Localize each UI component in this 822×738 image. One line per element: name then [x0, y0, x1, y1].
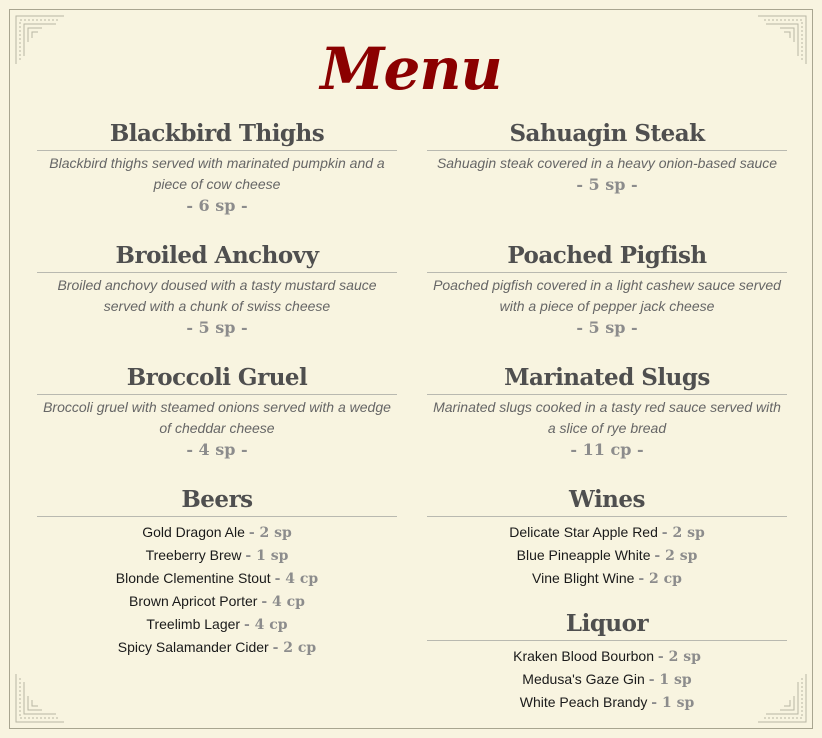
dish-description: Broccoli gruel with steamed onions serve… — [43, 399, 391, 436]
drink-price: - 1 sp — [648, 672, 692, 688]
dish-name: Poached Pigfish — [427, 240, 787, 273]
dish-item: Poached Pigfish Poached pigfish covered … — [427, 240, 787, 362]
drink-price: - 4 cp — [261, 594, 305, 610]
dish-description: Broiled anchovy doused with a tasty must… — [57, 277, 377, 314]
drink-price: - 4 cp — [243, 617, 288, 633]
liquor-section: Liquor Kraken Blood Bourbon - 2 sp Medus… — [427, 608, 787, 714]
dish-name: Broccoli Gruel — [37, 362, 397, 395]
dish-description: Marinated slugs cooked in a tasty red sa… — [433, 399, 781, 436]
dish-name: Marinated Slugs — [427, 362, 787, 395]
drink-name: Kraken Blood Bourbon — [513, 648, 654, 664]
beers-section: Beers Gold Dragon Ale - 2 sp Treeberry B… — [37, 484, 397, 659]
dish-description: Poached pigfish covered in a light cashe… — [433, 277, 781, 314]
drink-name: White Peach Brandy — [519, 694, 648, 710]
drink-price: - 4 cp — [274, 571, 319, 587]
drink-item: Treelimb Lager - 4 cp — [37, 613, 397, 636]
drink-item: Treeberry Brew - 1 sp — [37, 544, 397, 567]
section-heading: Wines — [427, 484, 787, 517]
drink-item: Blue Pineapple White - 2 sp — [427, 544, 787, 567]
drink-name: Spicy Salamander Cider — [117, 639, 269, 655]
dish-price: - 11 cp - — [570, 440, 644, 459]
drink-item: Gold Dragon Ale - 2 sp — [37, 521, 397, 544]
dish-item: Broiled Anchovy Broiled anchovy doused w… — [37, 240, 397, 362]
section-heading: Liquor — [427, 608, 787, 641]
dish-price: - 4 sp - — [186, 440, 248, 459]
drink-name: Vine Blight Wine — [532, 570, 635, 586]
drink-item: Spicy Salamander Cider - 2 cp — [37, 636, 397, 659]
drink-item: Brown Apricot Porter - 4 cp — [37, 590, 397, 613]
drink-item: Delicate Star Apple Red - 2 sp — [427, 521, 787, 544]
corner-ornament-icon — [15, 674, 64, 723]
dish-item: Sahuagin Steak Sahuagin steak covered in… — [427, 118, 787, 240]
right-column: Sahuagin Steak Sahuagin steak covered in… — [427, 118, 787, 732]
section-heading: Beers — [37, 484, 397, 517]
drink-price: - 1 sp — [651, 695, 695, 711]
dish-name: Sahuagin Steak — [427, 118, 787, 151]
dish-description: Blackbird thighs served with marinated p… — [49, 155, 385, 192]
dish-item: Marinated Slugs Marinated slugs cooked i… — [427, 362, 787, 484]
drink-name: Blonde Clementine Stout — [115, 570, 271, 586]
dish-description: Sahuagin steak covered in a heavy onion-… — [436, 155, 778, 171]
dish-name: Blackbird Thighs — [37, 118, 397, 151]
drink-item: Blonde Clementine Stout - 4 cp — [37, 567, 397, 590]
drink-price: - 1 sp — [245, 548, 289, 564]
drink-name: Delicate Star Apple Red — [509, 524, 658, 540]
drink-price: - 2 sp — [657, 649, 701, 665]
drink-price: - 2 sp — [661, 525, 705, 541]
drink-item: Medusa's Gaze Gin - 1 sp — [427, 668, 787, 691]
dish-price: - 6 sp - — [186, 196, 248, 215]
drink-name: Medusa's Gaze Gin — [522, 671, 645, 687]
drink-name: Treeberry Brew — [145, 547, 242, 563]
drink-item: Vine Blight Wine - 2 cp — [427, 567, 787, 590]
drink-item: Kraken Blood Bourbon - 2 sp — [427, 645, 787, 668]
menu-title: Menu — [320, 35, 502, 103]
drink-item: White Peach Brandy - 1 sp — [427, 691, 787, 714]
menu-page: Menu Blackbird Thighs Blackbird thighs s… — [0, 0, 822, 738]
dish-price: - 5 sp - — [576, 175, 638, 194]
left-column: Blackbird Thighs Blackbird thighs served… — [37, 118, 397, 677]
wines-section: Wines Delicate Star Apple Red - 2 sp Blu… — [427, 484, 787, 590]
drink-name: Treelimb Lager — [146, 616, 241, 632]
drink-name: Blue Pineapple White — [516, 547, 651, 563]
drink-name: Gold Dragon Ale — [142, 524, 245, 540]
dish-item: Broccoli Gruel Broccoli gruel with steam… — [37, 362, 397, 484]
drink-price: - 2 cp — [272, 640, 317, 656]
dish-price: - 5 sp - — [576, 318, 638, 337]
dish-name: Broiled Anchovy — [37, 240, 397, 273]
dish-item: Blackbird Thighs Blackbird thighs served… — [37, 118, 397, 240]
drink-price: - 2 cp — [638, 571, 682, 587]
drink-price: - 2 sp — [654, 548, 698, 564]
drink-price: - 2 sp — [248, 525, 292, 541]
drink-name: Brown Apricot Porter — [129, 593, 258, 609]
dish-price: - 5 sp - — [186, 318, 248, 337]
